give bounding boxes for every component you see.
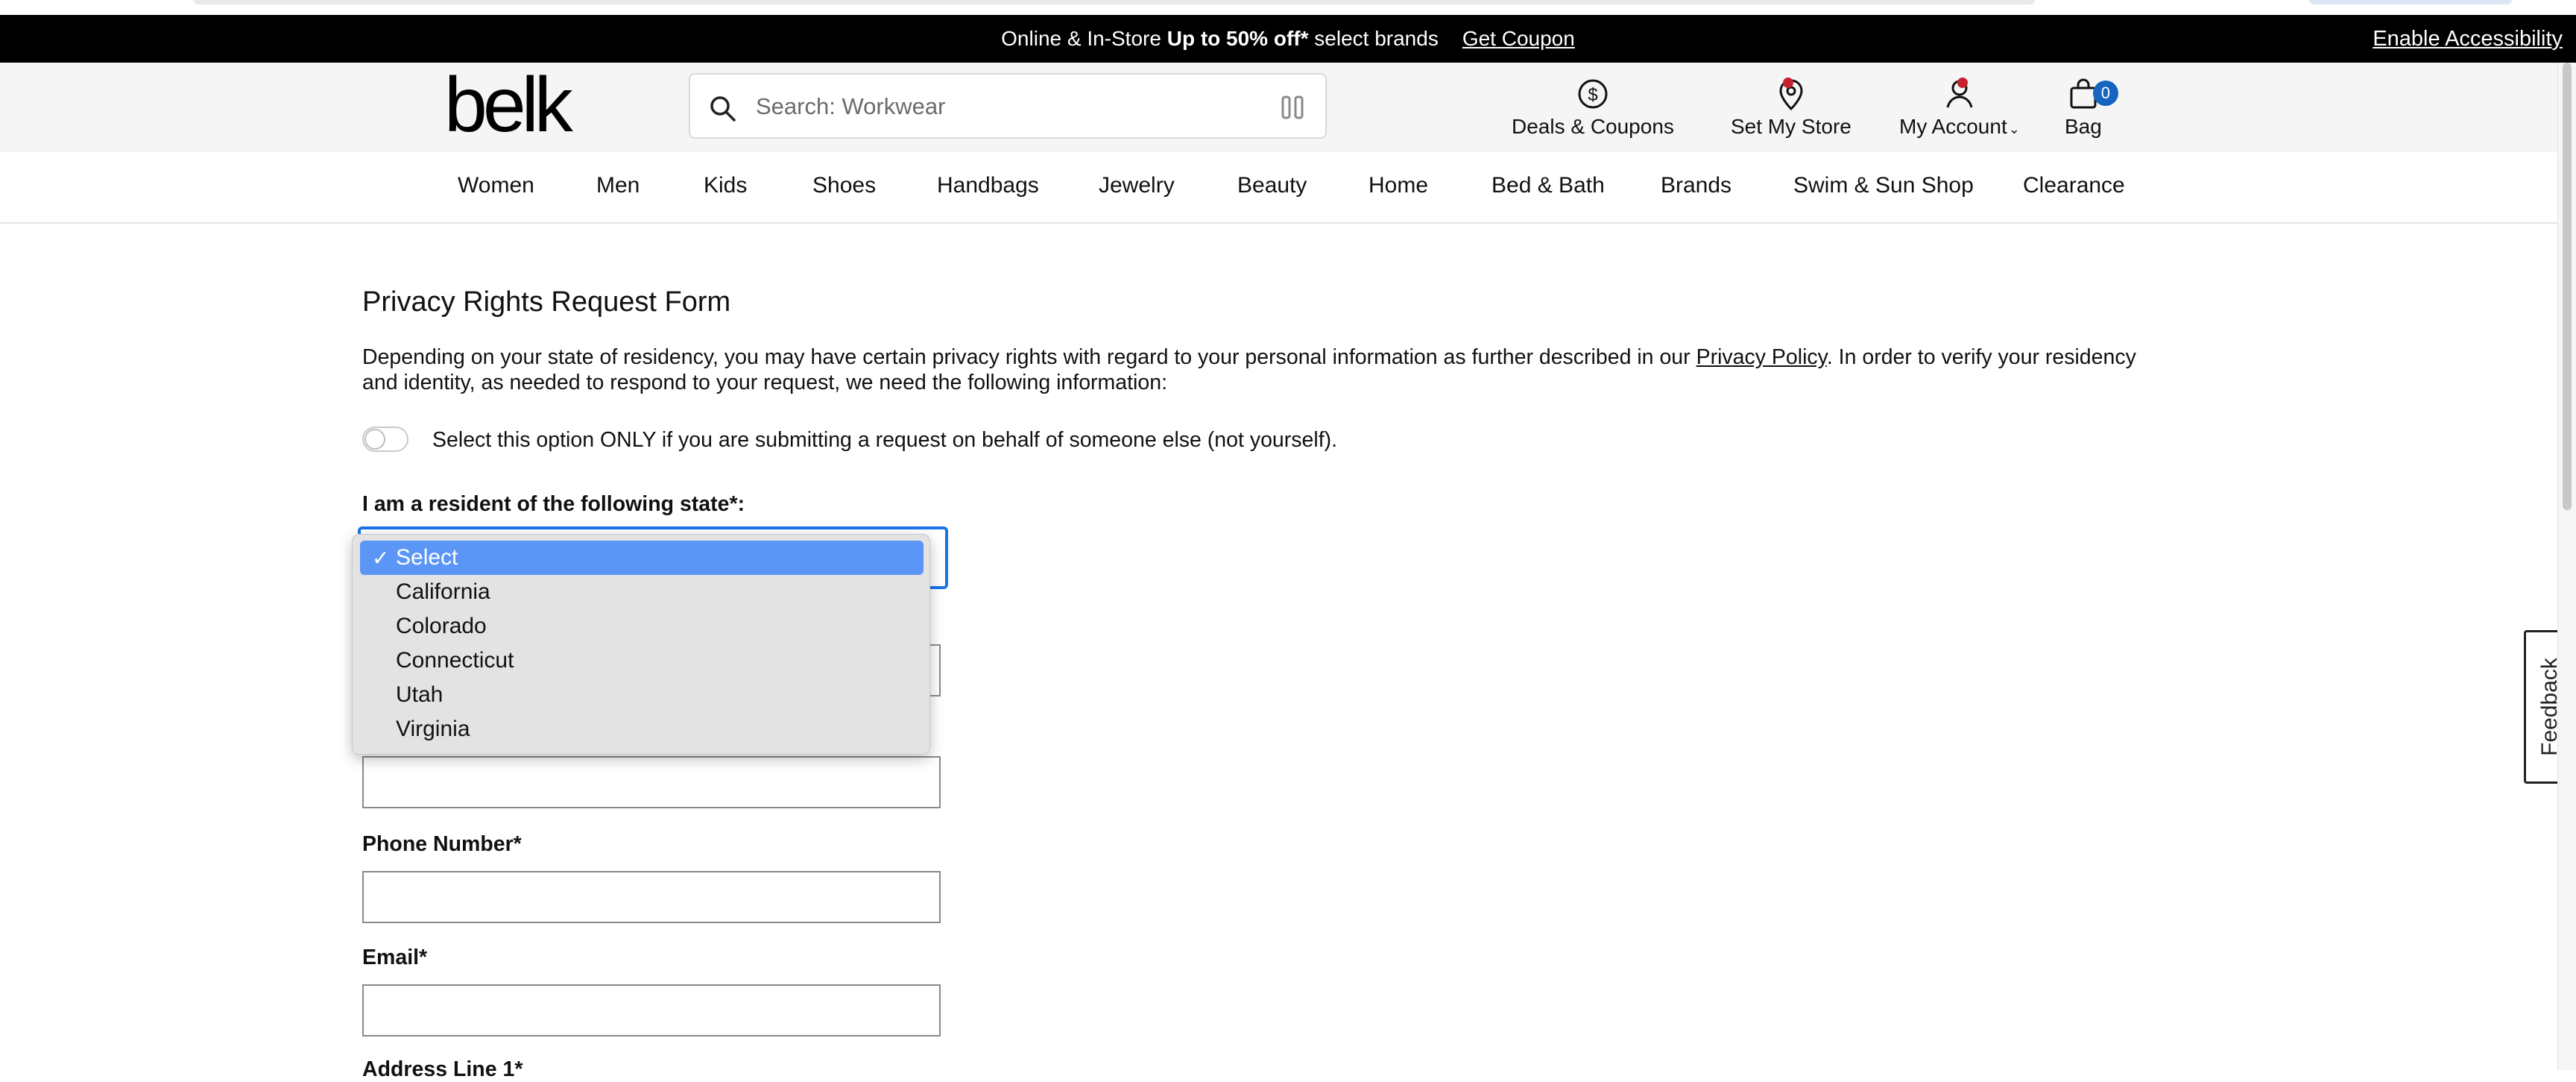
scrollbar-thumb[interactable] [2563,63,2572,510]
promo-message: Online & In-Store Up to 50% off* select … [0,15,2576,63]
nav-item-clearance[interactable]: Clearance [2023,173,2125,198]
email-label: Email* [362,946,428,969]
search-icon[interactable] [708,94,738,124]
nav-item-beauty[interactable]: Beauty [1237,173,1307,198]
browser-button-edge [2309,0,2512,4]
intro-text-before: Depending on your state of residency, yo… [362,345,1696,369]
behalf-toggle-label: Select this option ONLY if you are submi… [432,428,1338,452]
nav-item-handbags[interactable]: Handbags [937,173,1039,198]
browser-chrome-strip [0,0,2576,15]
phone-field[interactable] [362,871,941,923]
get-coupon-link[interactable]: Get Coupon [1462,27,1575,51]
bag-count-badge: 0 [2092,81,2118,106]
nav-item-home[interactable]: Home [1368,173,1428,198]
nav-item-brands[interactable]: Brands [1661,173,1731,198]
option-label: Connecticut [396,648,514,673]
option-label: Colorado [396,614,487,638]
account-notification-dot [1957,78,1968,88]
nav-item-jewelry[interactable]: Jewelry [1099,173,1175,198]
name-input[interactable] [364,758,939,807]
bag-button[interactable]: 0 Bag [2065,76,2118,139]
bag-label: Bag [2065,115,2102,138]
nav-item-kids[interactable]: Kids [704,173,747,198]
toggle-knob [364,429,385,450]
state-option-california[interactable]: California [360,575,924,609]
phone-input[interactable] [364,872,939,922]
deals-coupons-button[interactable]: $ Deals & Coupons [1512,76,1674,139]
set-my-store-label: Set My Store [1731,115,1852,138]
intro-paragraph: Depending on your state of residency, yo… [362,345,2166,395]
address-bar-edge [194,0,2035,4]
nav-item-shoes[interactable]: Shoes [812,173,876,198]
my-account-button[interactable]: My Account ⌄ [1899,76,2020,139]
state-option-connecticut[interactable]: Connecticut [360,644,924,678]
state-label: I am a resident of the following state*: [362,492,745,516]
belk-logo[interactable]: belk [444,62,590,148]
enable-accessibility-link[interactable]: Enable Accessibility [2373,15,2563,63]
option-label: Select [396,545,458,570]
nav-item-women[interactable]: Women [458,173,534,198]
svg-text:belk: belk [444,72,574,143]
set-my-store-button[interactable]: Set My Store [1731,76,1852,139]
my-account-label: My Account ⌄ [1899,115,2020,139]
store-notification-dot [1783,78,1793,88]
main-navigation: Women Men Kids Shoes Handbags Jewelry Be… [0,152,2576,224]
page-title: Privacy Rights Request Form [362,286,731,318]
page-scrollbar[interactable] [2557,63,2576,1070]
search-input[interactable] [754,85,1219,128]
state-option-select[interactable]: ✓ Select [360,541,924,575]
checkmark-icon: ✓ [372,546,390,570]
my-account-text: My Account [1899,115,2007,138]
name-field[interactable] [362,756,941,808]
belk-logo-wordmark: belk [444,62,578,148]
chevron-down-icon: ⌄ [2008,122,2020,136]
promo-text-prefix: Online & In-Store [1001,27,1167,50]
nav-item-swim-sun-shop[interactable]: Swim & Sun Shop [1793,173,1974,198]
email-input[interactable] [364,986,939,1035]
site-header: belk $ Deals & Coupons Set My Store [0,62,2576,152]
state-option-virginia[interactable]: Virginia [360,712,924,746]
nav-item-men[interactable]: Men [596,173,640,198]
option-label: Virginia [396,717,470,741]
phone-label: Phone Number* [362,832,522,856]
state-dropdown-list[interactable]: ✓ Select California Colorado Connecticut… [352,534,930,755]
state-option-utah[interactable]: Utah [360,678,924,712]
behalf-of-someone-toggle[interactable] [362,427,408,452]
promo-text-suffix: select brands [1308,27,1439,50]
promo-text-bold: Up to 50% off* [1167,27,1309,50]
deals-coupons-label: Deals & Coupons [1512,115,1674,138]
voice-search-icon[interactable] [1279,94,1306,121]
svg-text:$: $ [1588,85,1597,105]
option-label: Utah [396,682,443,707]
state-option-colorado[interactable]: Colorado [360,609,924,644]
email-field[interactable] [362,984,941,1037]
option-label: California [396,579,490,604]
dollar-circle-icon: $ [1578,79,1608,109]
search-bar[interactable] [689,73,1327,139]
nav-item-bed-bath[interactable]: Bed & Bath [1491,173,1605,198]
promo-bar: Online & In-Store Up to 50% off* select … [0,15,2576,63]
privacy-policy-link[interactable]: Privacy Policy [1696,345,1827,369]
